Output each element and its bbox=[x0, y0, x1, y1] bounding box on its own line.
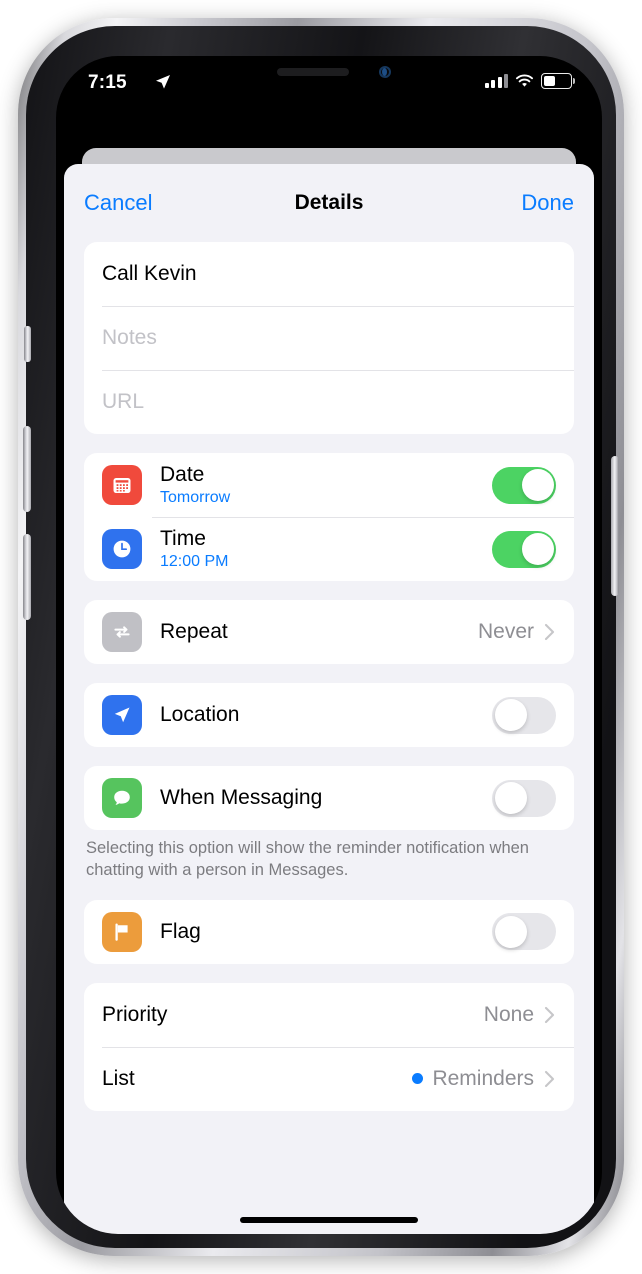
repeat-icon bbox=[102, 612, 142, 652]
notes-field-row[interactable]: Notes bbox=[84, 306, 574, 370]
time-value[interactable]: 12:00 PM bbox=[160, 553, 492, 571]
url-input[interactable]: URL bbox=[102, 390, 144, 414]
location-toggle[interactable] bbox=[492, 696, 556, 734]
priority-label: Priority bbox=[102, 1002, 168, 1026]
flag-toggle[interactable] bbox=[492, 913, 556, 951]
chevron-right-icon bbox=[544, 1006, 555, 1023]
status-bar-time: 7:15 bbox=[88, 72, 127, 93]
notes-input[interactable]: Notes bbox=[102, 326, 157, 350]
title-field-row[interactable]: Call Kevin bbox=[84, 242, 574, 306]
volume-down-button[interactable] bbox=[23, 534, 31, 620]
screenshot-root: 7:15 Cancel Details Done Call Kevin Note… bbox=[0, 0, 642, 1274]
location-arrow-icon bbox=[102, 695, 142, 735]
date-toggle[interactable] bbox=[492, 466, 556, 504]
priority-list-group: Priority None List Reminders bbox=[84, 982, 574, 1111]
time-row[interactable]: Time 12:00 PM bbox=[84, 517, 574, 581]
date-texts: Date Tomorrow bbox=[160, 463, 492, 506]
message-bubble-icon bbox=[102, 778, 142, 818]
url-field-row[interactable]: URL bbox=[84, 370, 574, 434]
when-messaging-row[interactable]: When Messaging bbox=[84, 766, 574, 830]
details-sheet: Cancel Details Done Call Kevin Notes URL… bbox=[64, 164, 594, 1234]
location-arrow-icon bbox=[156, 75, 170, 89]
list-label: List bbox=[102, 1066, 135, 1090]
repeat-group: Repeat Never bbox=[84, 600, 574, 664]
clock-icon bbox=[102, 529, 142, 569]
navigation-bar: Cancel Details Done bbox=[64, 164, 594, 242]
reminder-title-input[interactable]: Call Kevin bbox=[102, 262, 197, 286]
calendar-icon bbox=[102, 465, 142, 505]
flag-row[interactable]: Flag bbox=[84, 900, 574, 964]
page-title: Details bbox=[294, 191, 364, 214]
time-toggle[interactable] bbox=[492, 530, 556, 568]
device-bezel: 7:15 Cancel Details Done Call Kevin Note… bbox=[23, 26, 619, 1248]
time-label: Time bbox=[160, 527, 206, 551]
device-screen: 7:15 Cancel Details Done Call Kevin Note… bbox=[56, 56, 602, 1234]
location-group: Location bbox=[84, 683, 574, 747]
wifi-icon bbox=[515, 74, 534, 87]
text-fields-group: Call Kevin Notes URL bbox=[84, 242, 574, 434]
messaging-group: When Messaging bbox=[84, 766, 574, 830]
date-label: Date bbox=[160, 463, 205, 487]
list-value: Reminders bbox=[432, 1066, 534, 1090]
done-button[interactable]: Done bbox=[521, 190, 574, 216]
status-bar-indicators bbox=[484, 73, 575, 89]
cellular-signal-icon bbox=[484, 74, 508, 88]
priority-row[interactable]: Priority None bbox=[84, 983, 574, 1047]
notch bbox=[229, 56, 429, 88]
flag-icon bbox=[102, 911, 142, 952]
location-label: Location bbox=[160, 703, 240, 727]
chevron-right-icon bbox=[544, 1070, 555, 1087]
datetime-group: Date Tomorrow Time 12:00 PM bbox=[84, 453, 574, 581]
flag-group: Flag bbox=[84, 899, 574, 964]
date-row[interactable]: Date Tomorrow bbox=[84, 453, 574, 517]
home-indicator[interactable] bbox=[240, 1217, 418, 1223]
chevron-right-icon bbox=[544, 623, 555, 641]
time-texts: Time 12:00 PM bbox=[160, 527, 492, 570]
location-row[interactable]: Location bbox=[84, 683, 574, 747]
when-messaging-toggle[interactable] bbox=[492, 779, 556, 817]
priority-value: None bbox=[483, 1002, 534, 1026]
volume-up-button[interactable] bbox=[23, 426, 31, 512]
flag-label: Flag bbox=[160, 919, 201, 943]
repeat-label: Repeat bbox=[160, 620, 228, 644]
date-value[interactable]: Tomorrow bbox=[160, 489, 492, 507]
battery-icon bbox=[541, 73, 575, 89]
list-row[interactable]: List Reminders bbox=[84, 1046, 574, 1111]
iphone-device-frame: 7:15 Cancel Details Done Call Kevin Note… bbox=[18, 18, 624, 1256]
when-messaging-label: When Messaging bbox=[160, 786, 323, 810]
repeat-row[interactable]: Repeat Never bbox=[84, 600, 574, 664]
front-camera-icon bbox=[379, 66, 391, 78]
power-button[interactable] bbox=[611, 456, 619, 596]
repeat-value: Never bbox=[477, 620, 534, 643]
messaging-footnote: Selecting this option will show the remi… bbox=[86, 839, 529, 879]
list-color-dot bbox=[412, 1073, 424, 1085]
ringer-switch[interactable] bbox=[24, 326, 31, 362]
earpiece-speaker bbox=[277, 68, 349, 76]
